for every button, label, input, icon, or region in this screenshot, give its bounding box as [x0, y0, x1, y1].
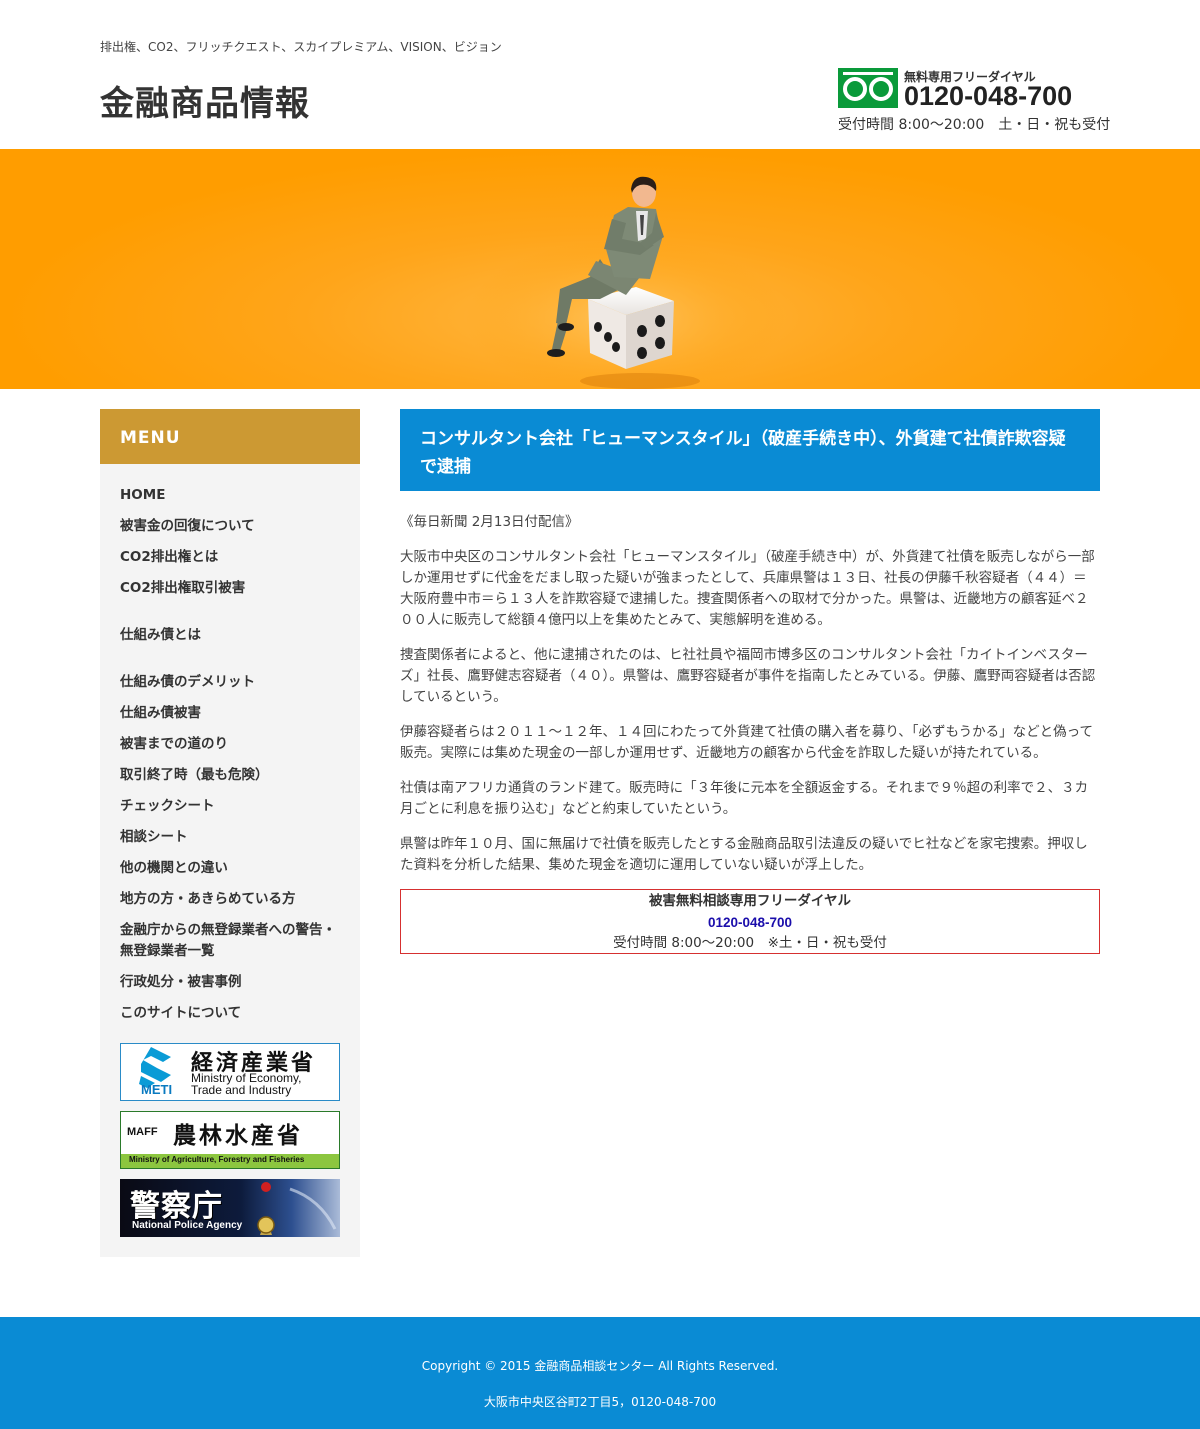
hero-banner	[0, 149, 1200, 389]
sidebar-item-about[interactable]: このサイトについて	[120, 1003, 340, 1024]
sidebar-item-co2-damage[interactable]: CO2排出権取引被害	[120, 578, 340, 599]
article-title: コンサルタント会社「ヒューマンスタイル」（破産手続き中）、外貨建て社債詐欺容疑で…	[400, 409, 1100, 491]
sidebar-item-structured-bond[interactable]: 仕組み債とは	[120, 625, 340, 646]
sidebar-item-checksheet[interactable]: チェックシート	[120, 796, 340, 817]
sidebar-item-bond-demerits[interactable]: 仕組み債のデメリット	[120, 672, 340, 693]
article-source: 《毎日新聞 2月13日付配信》	[400, 514, 579, 530]
sidebar-item-path-to-damage[interactable]: 被害までの道のり	[120, 734, 340, 755]
sidebar-item-recovery[interactable]: 被害金の回復について	[120, 516, 340, 537]
sidebar-item-home[interactable]: HOME	[120, 485, 340, 506]
maff-en: Ministry of Agriculture, Forestry and Fi…	[129, 1155, 305, 1164]
meti-abbr: METI	[141, 1082, 173, 1097]
sidebar-item-regional[interactable]: 地方の方・あきらめている方	[120, 889, 340, 910]
header-contact: 無料専用フリーダイヤル 0120-048-700 受付時間 8:00〜20:00…	[838, 68, 1110, 138]
consult-box: 被害無料相談専用フリーダイヤル 0120-048-700 受付時間 8:00〜2…	[400, 889, 1100, 954]
article-paragraph: 大阪市中央区のコンサルタント会社「ヒューマンスタイル」（破産手続き中）が、外貨建…	[400, 549, 1095, 628]
maff-abbr: MAFF	[127, 1126, 158, 1138]
freedial-icon	[838, 68, 898, 108]
maff-jp: 農林水産省	[173, 1122, 303, 1149]
sidebar-item-fsa-warning[interactable]: 金融庁からの無登録業者への警告・無登録業者一覧	[120, 920, 340, 962]
article-paragraph: 伊藤容疑者らは２０１１〜１２年、１４回にわたって外貨建て社債の購入者を募り、「必…	[400, 724, 1093, 761]
site-header: 排出権、CO2、フリッチクエスト、スカイプレミアム、VISION、ビジョン 金融…	[0, 0, 1200, 149]
article-paragraph: 社債は南アフリカ通貨のランド建て。販売時に「３年後に元本を全額返金する。それまで…	[400, 780, 1089, 817]
meti-banner[interactable]: 経済産業省 METI Ministry of Economy, Trade an…	[120, 1043, 340, 1101]
npa-banner[interactable]: 警察庁 National Police Agency	[120, 1179, 340, 1237]
site-tagline: 排出権、CO2、フリッチクエスト、スカイプレミアム、VISION、ビジョン	[100, 40, 502, 54]
sidebar-item-co2-about[interactable]: CO2排出権とは	[120, 547, 340, 568]
npa-jp: 警察庁	[130, 1189, 223, 1224]
consult-title: 被害無料相談専用フリーダイヤル	[648, 893, 852, 909]
page: 排出権、CO2、フリッチクエスト、スカイプレミアム、VISION、ビジョン 金融…	[0, 0, 1200, 1429]
sidebar: MENU HOME 被害金の回復について CO2排出権とは CO2排出権取引被害…	[100, 409, 360, 1257]
consult-phone-link[interactable]: 0120-048-700	[401, 912, 1099, 933]
meti-en2: Trade and Industry	[191, 1083, 292, 1097]
site-title[interactable]: 金融商品情報	[100, 76, 310, 125]
sidebar-item-difference[interactable]: 他の機関との違い	[120, 858, 340, 879]
figurine-on-dice-image	[465, 176, 785, 389]
npa-en: National Police Agency	[132, 1220, 243, 1231]
menu-title: MENU	[100, 409, 360, 464]
consult-hours: 受付時間 8:00〜20:00 ※土・日・祝も受付	[613, 935, 887, 951]
footer-copyright: Copyright © 2015 金融商品相談センター All Rights R…	[421, 1359, 779, 1373]
sidebar-item-admin-actions[interactable]: 行政処分・被害事例	[120, 972, 340, 993]
freedial-number[interactable]: 0120-048-700	[904, 81, 1072, 112]
site-footer: Copyright © 2015 金融商品相談センター All Rights R…	[0, 1317, 1200, 1429]
article-paragraph: 県警は昨年１０月、国に無届けで社債を販売したとする金融商品取引法違反の疑いでヒ社…	[400, 836, 1088, 873]
article-body: 《毎日新聞 2月13日付配信》 大阪市中央区のコンサルタント会社「ヒューマンスタ…	[400, 512, 1100, 890]
sidebar-item-bond-damage[interactable]: 仕組み債被害	[120, 703, 340, 724]
sidebar-item-trade-end[interactable]: 取引終了時（最も危険）	[120, 765, 340, 786]
maff-banner[interactable]: MAFF 農林水産省 Ministry of Agriculture, Fore…	[120, 1111, 340, 1169]
sidebar-item-consult-sheet[interactable]: 相談シート	[120, 827, 340, 848]
article-paragraph: 捜査関係者によると、他に逮捕されたのは、ヒ社社員や福岡市博多区のコンサルタント会…	[400, 647, 1096, 705]
footer-address: 大阪市中央区谷町2丁目5，0120-048-700	[483, 1395, 717, 1409]
freedial-hours: 受付時間 8:00〜20:00 土・日・祝も受付	[838, 117, 1111, 133]
